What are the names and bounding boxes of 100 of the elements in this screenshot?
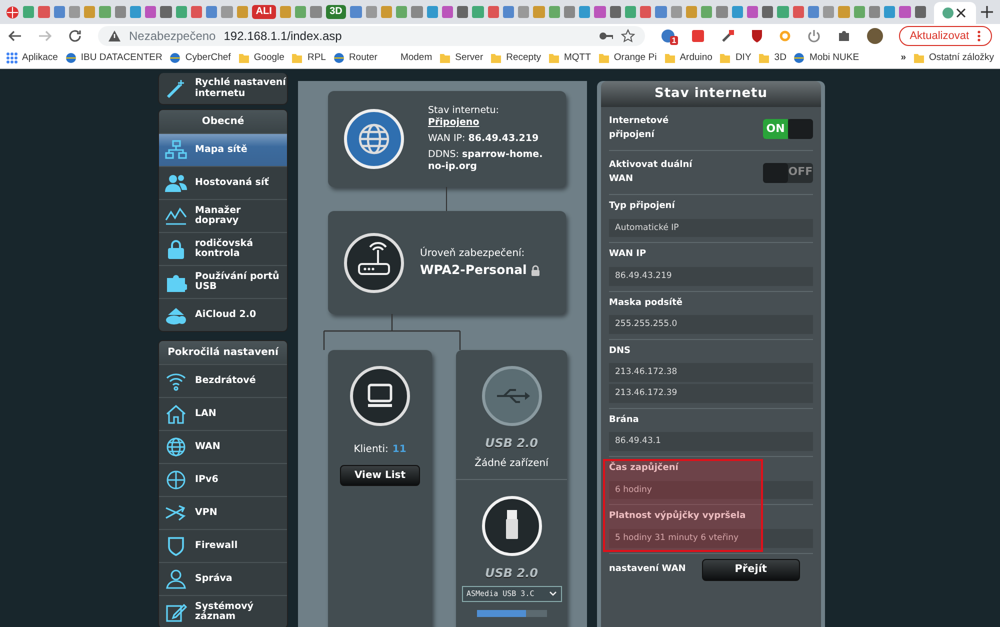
favicon[interactable] xyxy=(548,6,560,18)
bookmark-link[interactable]: Arduino xyxy=(664,50,712,66)
favicon[interactable] xyxy=(84,6,96,18)
favicon[interactable] xyxy=(114,6,126,18)
favicon[interactable] xyxy=(594,6,606,18)
bookmark-link[interactable]: IBU DATACENTER xyxy=(64,50,162,66)
favicon[interactable] xyxy=(610,6,621,18)
favicon[interactable] xyxy=(762,6,774,18)
favicon[interactable] xyxy=(380,6,392,18)
bookmark-link[interactable]: CyberChef xyxy=(169,50,231,66)
active-tab[interactable] xyxy=(934,2,976,24)
favicon[interactable] xyxy=(640,6,652,18)
bookmark-link[interactable]: Recepty xyxy=(490,50,541,66)
favicon[interactable] xyxy=(280,6,292,18)
globe-icon[interactable] xyxy=(6,6,19,18)
bookmark-link[interactable]: Orange Pi xyxy=(598,50,657,66)
ring-icon[interactable] xyxy=(778,30,791,42)
favicon[interactable] xyxy=(457,6,468,18)
favicon[interactable] xyxy=(854,6,865,18)
pipette-icon[interactable] xyxy=(720,29,735,43)
close-icon[interactable] xyxy=(954,6,968,20)
favicon[interactable] xyxy=(145,6,156,18)
more-bookmarks-button[interactable]: » xyxy=(900,50,906,66)
quick-setup-item[interactable]: Rychlé nastavení internetu xyxy=(158,73,288,105)
status-link[interactable]: Připojeno xyxy=(428,117,480,128)
favicon[interactable] xyxy=(295,6,306,18)
avatar-icon[interactable] xyxy=(866,28,883,44)
favicon[interactable] xyxy=(396,6,408,18)
tab-badge[interactable]: ALI xyxy=(252,5,276,19)
bookmark-link[interactable]: Aplikace xyxy=(6,50,58,66)
favicon[interactable] xyxy=(176,6,187,18)
favicon[interactable] xyxy=(190,6,202,18)
favicon[interactable] xyxy=(914,6,926,18)
sidebar-item[interactable]: rodičovská kontrola xyxy=(159,232,287,265)
plus-icon[interactable] xyxy=(980,5,994,19)
favicon[interactable] xyxy=(792,6,804,18)
bookmark-link[interactable]: Modem xyxy=(384,50,432,66)
sidebar-item[interactable]: LAN xyxy=(159,397,287,430)
power-icon[interactable] xyxy=(806,29,821,43)
favicon[interactable] xyxy=(130,6,141,18)
sidebar-item[interactable]: Systémový záznam xyxy=(159,595,287,627)
favicon[interactable] xyxy=(442,6,454,18)
address-bar[interactable]: Nezabezpečeno 192.168.1.1/index.asp xyxy=(98,26,645,46)
sidebar-item[interactable]: Bezdrátové xyxy=(159,364,287,397)
sidebar-item[interactable]: Manažer dopravy xyxy=(159,199,287,232)
star-icon[interactable] xyxy=(620,29,635,43)
favicon[interactable] xyxy=(366,6,377,18)
reload-icon[interactable] xyxy=(68,29,82,43)
key-icon[interactable] xyxy=(598,31,613,41)
favicon[interactable] xyxy=(624,6,636,18)
favicon[interactable] xyxy=(868,6,880,18)
favicon[interactable] xyxy=(579,6,590,18)
favicon[interactable] xyxy=(899,6,911,18)
favicon[interactable] xyxy=(54,6,65,18)
bookmark-link[interactable]: Mobi NUKE xyxy=(793,50,860,66)
bookmark-link[interactable]: DIY xyxy=(719,50,752,66)
view-list-button[interactable]: View List xyxy=(340,465,420,486)
favicon[interactable] xyxy=(23,6,34,18)
favicon[interactable] xyxy=(488,6,499,18)
favicon[interactable] xyxy=(206,6,218,18)
tab-badge[interactable]: 3D xyxy=(326,5,346,19)
sidebar-item[interactable]: Správa xyxy=(159,562,287,595)
bookmark-link[interactable]: Ostatní záložky xyxy=(913,50,994,66)
bookmark-link[interactable]: RPL xyxy=(291,50,326,66)
bookmark-link[interactable]: Google xyxy=(238,50,284,66)
favicon[interactable] xyxy=(808,6,820,18)
update-button[interactable]: Aktualizovat xyxy=(898,26,992,46)
back-icon[interactable] xyxy=(8,29,22,43)
favicon[interactable] xyxy=(518,6,530,18)
forward-icon[interactable] xyxy=(38,29,52,43)
favicon[interactable] xyxy=(68,6,80,18)
favicon[interactable] xyxy=(236,6,248,18)
favicon[interactable] xyxy=(823,6,834,18)
bookmark-link[interactable]: 3D xyxy=(758,50,786,66)
favicon[interactable] xyxy=(426,6,438,18)
sidebar-item[interactable]: VPN xyxy=(159,496,287,529)
bookmark-link[interactable]: Router xyxy=(332,50,378,66)
sidebar-item[interactable]: WAN xyxy=(159,430,287,463)
favicon[interactable] xyxy=(701,6,712,18)
go-button[interactable]: Přejít xyxy=(702,558,800,580)
favicon[interactable] xyxy=(502,6,514,18)
favicon[interactable] xyxy=(564,6,576,18)
sidebar-item[interactable]: AiCloud 2.0 xyxy=(159,298,287,331)
extension-icon[interactable] xyxy=(690,29,705,43)
sidebar-item[interactable]: Mapa sítě xyxy=(159,133,287,166)
bookmark-link[interactable]: Server xyxy=(439,50,484,66)
favicon[interactable] xyxy=(686,6,698,18)
bookmark-link[interactable]: MQTT xyxy=(548,50,591,66)
sidebar-item[interactable]: Hostovaná síť xyxy=(159,166,287,199)
favicon[interactable] xyxy=(746,6,758,18)
favicon[interactable] xyxy=(670,6,682,18)
usb-label: USB 2.0 xyxy=(485,565,538,582)
toggle-switch[interactable]: OFF xyxy=(763,162,813,182)
sidebar-item[interactable]: IPv6 xyxy=(159,463,287,496)
sidebar-item[interactable]: Používání portů USB xyxy=(159,265,287,298)
favicon[interactable] xyxy=(732,6,743,18)
favicon[interactable] xyxy=(884,6,896,18)
shield-icon[interactable] xyxy=(750,29,763,43)
sidebar-item[interactable]: Firewall xyxy=(159,529,287,562)
puzzle-icon[interactable] xyxy=(836,29,851,43)
